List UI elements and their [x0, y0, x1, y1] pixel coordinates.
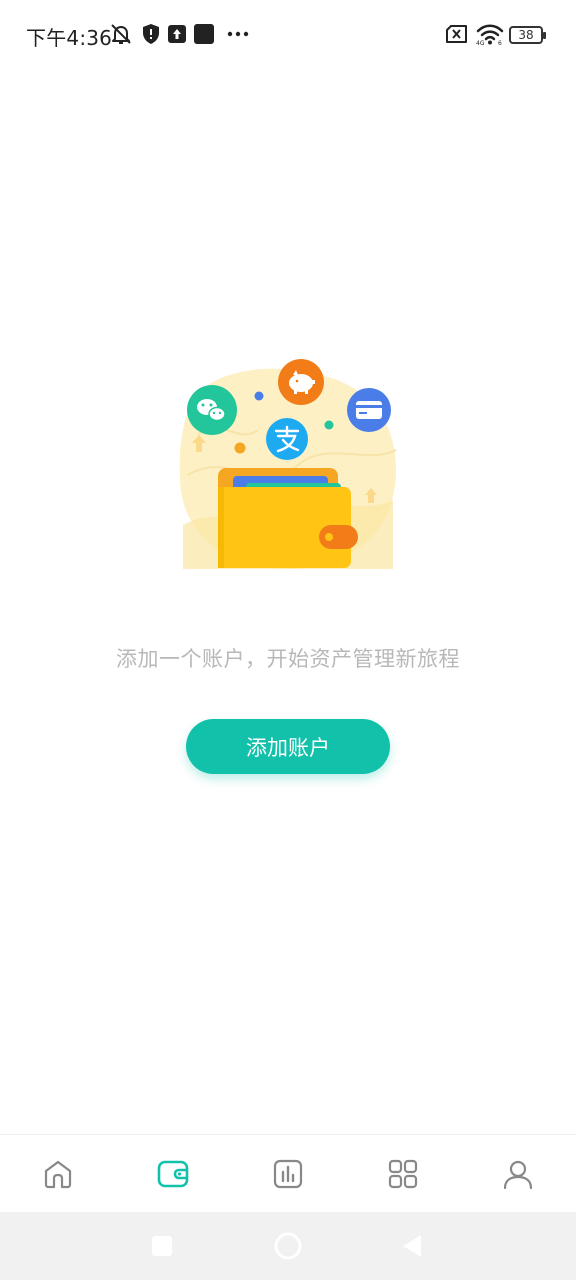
wifi-icon: 4G 6	[475, 22, 505, 46]
nav-item-home[interactable]	[0, 1135, 115, 1212]
sim-x-icon	[445, 22, 469, 46]
home-icon	[44, 1160, 71, 1188]
nav-item-chart[interactable]	[230, 1135, 345, 1212]
back-triangle-icon	[403, 1235, 421, 1257]
circle-nav-icon	[274, 1232, 302, 1260]
square-nav-icon	[152, 1236, 172, 1256]
user-icon	[504, 1160, 533, 1189]
square-icon	[193, 22, 215, 46]
back-nav-button[interactable]	[382, 1212, 442, 1280]
svg-text:6: 6	[498, 40, 502, 45]
nav-item-wallet[interactable]	[115, 1135, 230, 1212]
nav-item-profile[interactable]	[461, 1135, 576, 1212]
add-account-button[interactable]: 添加账户	[186, 719, 390, 774]
system-nav-bar	[0, 1212, 576, 1280]
status-bar: 下午4:36 4G 6 38	[0, 0, 576, 72]
apps-grid-icon	[389, 1159, 418, 1188]
home-nav-button[interactable]	[258, 1212, 318, 1280]
upload-box-icon	[167, 22, 187, 46]
bell-off-icon	[108, 22, 134, 46]
status-time: 下午4:36	[26, 26, 113, 50]
nav-item-apps[interactable]	[346, 1135, 461, 1212]
empty-state-message: 添加一个账户，开始资产管理新旅程	[116, 647, 460, 671]
more-dots-icon	[226, 22, 250, 46]
chart-icon	[273, 1159, 303, 1188]
svg-text:4G: 4G	[476, 40, 485, 45]
shield-icon	[141, 22, 161, 46]
bottom-nav	[0, 1134, 576, 1212]
wallet-icon	[157, 1160, 189, 1187]
recent-apps-button[interactable]	[132, 1212, 192, 1280]
battery-indicator: 38	[509, 26, 546, 44]
wallet-illustration	[178, 355, 400, 575]
